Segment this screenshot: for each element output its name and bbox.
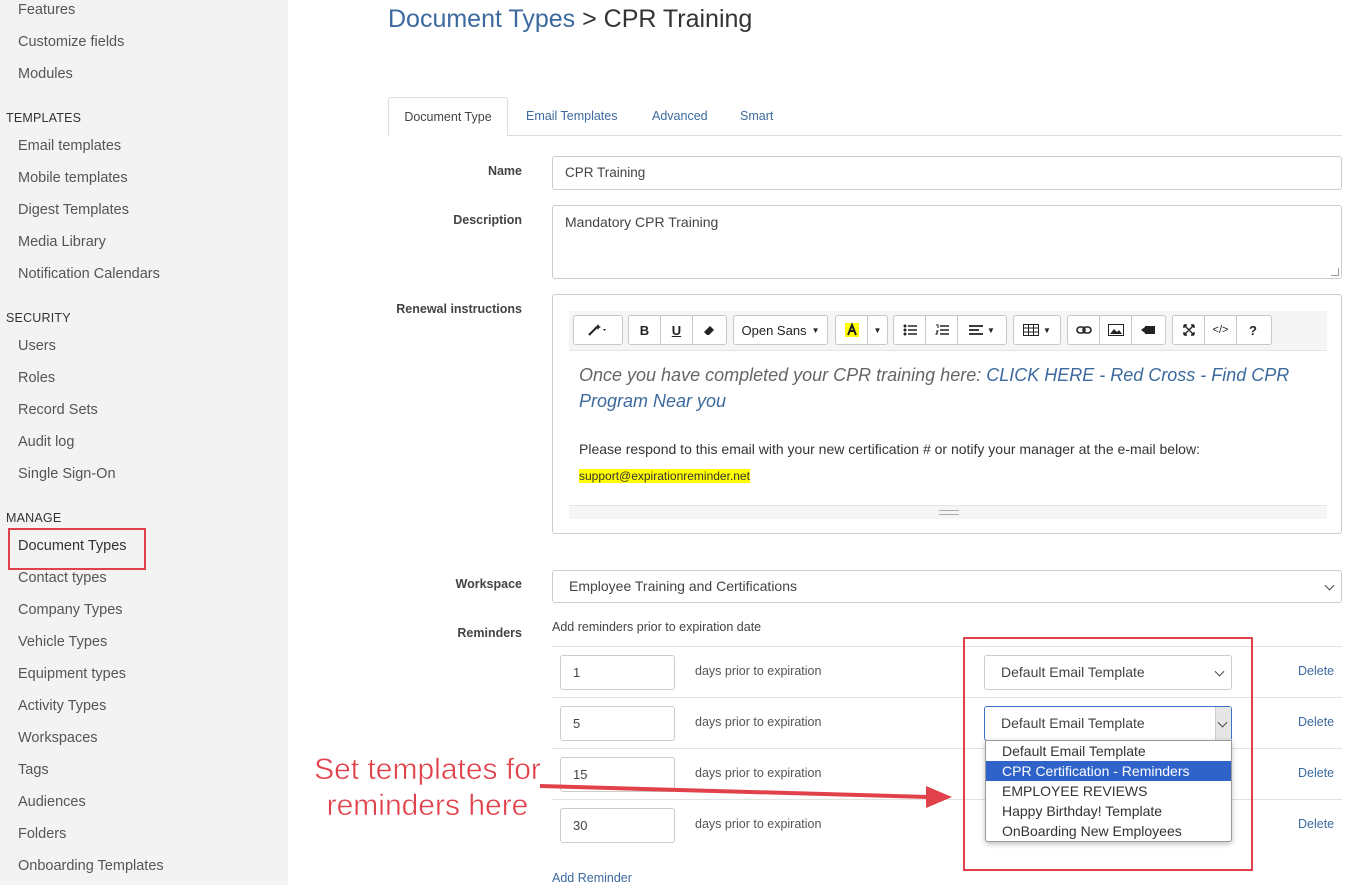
breadcrumb-document-types[interactable]: Document Types — [388, 5, 575, 33]
sidebar-item-single-sign-on[interactable]: Single Sign-On — [18, 466, 116, 482]
respond-instructions-text: Please respond to this email with your n… — [579, 441, 1200, 457]
numbered-list-icon[interactable] — [926, 316, 958, 344]
sidebar-item-audiences[interactable]: Audiences — [18, 794, 86, 810]
reminder-suffix: days prior to expiration — [695, 766, 822, 780]
breadcrumb-separator: > — [582, 5, 597, 33]
font-family-value: Open Sans — [741, 322, 807, 338]
color-dropdown-icon[interactable]: ▼ — [868, 316, 887, 344]
tab-smart[interactable]: Smart — [740, 97, 773, 136]
renewal-instructions-label: Renewal instructions — [396, 302, 522, 316]
sidebar-item-workspaces[interactable]: Workspaces — [18, 730, 98, 746]
magic-wand-style-icon[interactable] — [574, 316, 622, 344]
reminders-label: Reminders — [457, 626, 522, 640]
sidebar-item-activity-types[interactable]: Activity Types — [18, 698, 106, 714]
sidebar-item-record-sets[interactable]: Record Sets — [18, 402, 98, 418]
tab-advanced[interactable]: Advanced — [652, 97, 708, 136]
underline-icon[interactable]: U — [661, 316, 693, 344]
reminder-suffix: days prior to expiration — [695, 664, 822, 678]
link-icon[interactable] — [1068, 316, 1100, 344]
sidebar-item-onboarding-templates[interactable]: Onboarding Templates — [18, 858, 164, 874]
sidebar-item-company-types[interactable]: Company Types — [18, 602, 123, 618]
reminder-days-input[interactable]: 5 — [560, 706, 675, 741]
sidebar: Features Customize fields Modules TEMPLA… — [0, 0, 288, 885]
chevron-down-icon — [1324, 580, 1335, 591]
grip-icon — [939, 510, 959, 515]
renewal-intro-text: Once you have completed your CPR trainin… — [579, 362, 1319, 414]
description-textarea[interactable]: Mandatory CPR Training — [552, 205, 1342, 279]
reminder-days-input[interactable]: 30 — [560, 808, 675, 843]
sidebar-item-mobile-templates[interactable]: Mobile templates — [18, 170, 128, 186]
sidebar-heading-security: SECURITY — [6, 311, 71, 325]
tab-email-templates[interactable]: Email Templates — [526, 97, 617, 136]
sidebar-item-audit-log[interactable]: Audit log — [18, 434, 74, 450]
bold-icon[interactable]: B — [629, 316, 661, 344]
sidebar-item-email-templates[interactable]: Email templates — [18, 138, 121, 154]
name-label: Name — [487, 164, 522, 178]
sidebar-item-modules[interactable]: Modules — [18, 66, 73, 82]
image-icon[interactable] — [1100, 316, 1132, 344]
tab-document-type[interactable]: Document Type — [388, 97, 508, 137]
description-label: Description — [453, 213, 522, 227]
add-reminder-link[interactable]: Add Reminder — [552, 871, 632, 885]
font-family-select[interactable]: Open Sans ▼ — [734, 316, 827, 344]
reminder-delete-link[interactable]: Delete — [1298, 817, 1334, 831]
sidebar-item-users[interactable]: Users — [18, 338, 56, 354]
reminder-delete-link[interactable]: Delete — [1298, 715, 1334, 729]
table-icon[interactable]: ▼ — [1014, 316, 1060, 344]
sidebar-heading-manage: MANAGE — [6, 511, 62, 525]
reminders-help-text: Add reminders prior to expiration date — [552, 620, 762, 634]
sidebar-item-roles[interactable]: Roles — [18, 370, 55, 386]
annotation-text: Set templates for reminders here — [314, 753, 541, 823]
sidebar-item-vehicle-types[interactable]: Vehicle Types — [18, 634, 107, 650]
sidebar-item-customize-fields[interactable]: Customize fields — [18, 34, 124, 50]
document-types-highlight-box — [8, 528, 146, 570]
reminder-suffix: days prior to expiration — [695, 715, 822, 729]
caret-down-icon: ▼ — [811, 325, 820, 335]
reminder-delete-link[interactable]: Delete — [1298, 664, 1334, 678]
help-icon[interactable]: ? — [1237, 316, 1269, 344]
code-view-icon[interactable]: </> — [1205, 316, 1237, 344]
text-color-icon[interactable] — [836, 316, 868, 344]
support-email-highlighted: support@expirationreminder.net — [579, 469, 750, 483]
renewal-instructions-editor: B U Open Sans ▼ ▼ ▼ ▼ </> ? Once you hav… — [552, 294, 1342, 534]
reminder-days-input[interactable]: 1 — [560, 655, 675, 690]
sidebar-item-tags[interactable]: Tags — [18, 762, 49, 778]
resize-handle[interactable] — [1331, 268, 1339, 276]
sidebar-heading-templates: TEMPLATES — [6, 111, 82, 125]
workspace-label: Workspace — [455, 577, 522, 591]
annotation-highlight-box — [963, 637, 1253, 871]
eraser-icon[interactable] — [693, 316, 725, 344]
breadcrumb-current: CPR Training — [603, 5, 753, 33]
align-icon[interactable]: ▼ — [958, 316, 1006, 344]
sidebar-item-digest-templates[interactable]: Digest Templates — [18, 202, 129, 218]
bullet-list-icon[interactable] — [894, 316, 926, 344]
fullscreen-icon[interactable] — [1173, 316, 1205, 344]
sidebar-item-folders[interactable]: Folders — [18, 826, 66, 842]
editor-content[interactable]: Once you have completed your CPR trainin… — [569, 352, 1327, 502]
intro-plain-text: Once you have completed your CPR trainin… — [579, 365, 987, 385]
reminder-days-input[interactable]: 15 — [560, 757, 675, 792]
sidebar-item-features[interactable]: Features — [18, 2, 75, 18]
description-text: Mandatory CPR Training — [565, 214, 719, 230]
editor-resize-bar[interactable] — [569, 505, 1327, 519]
sidebar-item-contact-types[interactable]: Contact types — [18, 570, 107, 586]
workspace-select[interactable]: Employee Training and Certifications — [552, 570, 1342, 603]
page-title: Document Types > CPR Training — [388, 5, 752, 34]
sidebar-item-notification-calendars[interactable]: Notification Calendars — [18, 266, 160, 282]
sidebar-item-equipment-types[interactable]: Equipment types — [18, 666, 126, 682]
sidebar-item-media-library[interactable]: Media Library — [18, 234, 106, 250]
workspace-value: Employee Training and Certifications — [569, 578, 798, 594]
video-icon[interactable] — [1132, 316, 1164, 344]
name-input[interactable]: CPR Training — [552, 156, 1342, 190]
tab-bar: Document Type Email Templates Advanced S… — [388, 97, 1342, 137]
reminder-delete-link[interactable]: Delete — [1298, 766, 1334, 780]
reminder-suffix: days prior to expiration — [695, 817, 822, 831]
editor-toolbar: B U Open Sans ▼ ▼ ▼ ▼ </> ? — [569, 311, 1327, 351]
